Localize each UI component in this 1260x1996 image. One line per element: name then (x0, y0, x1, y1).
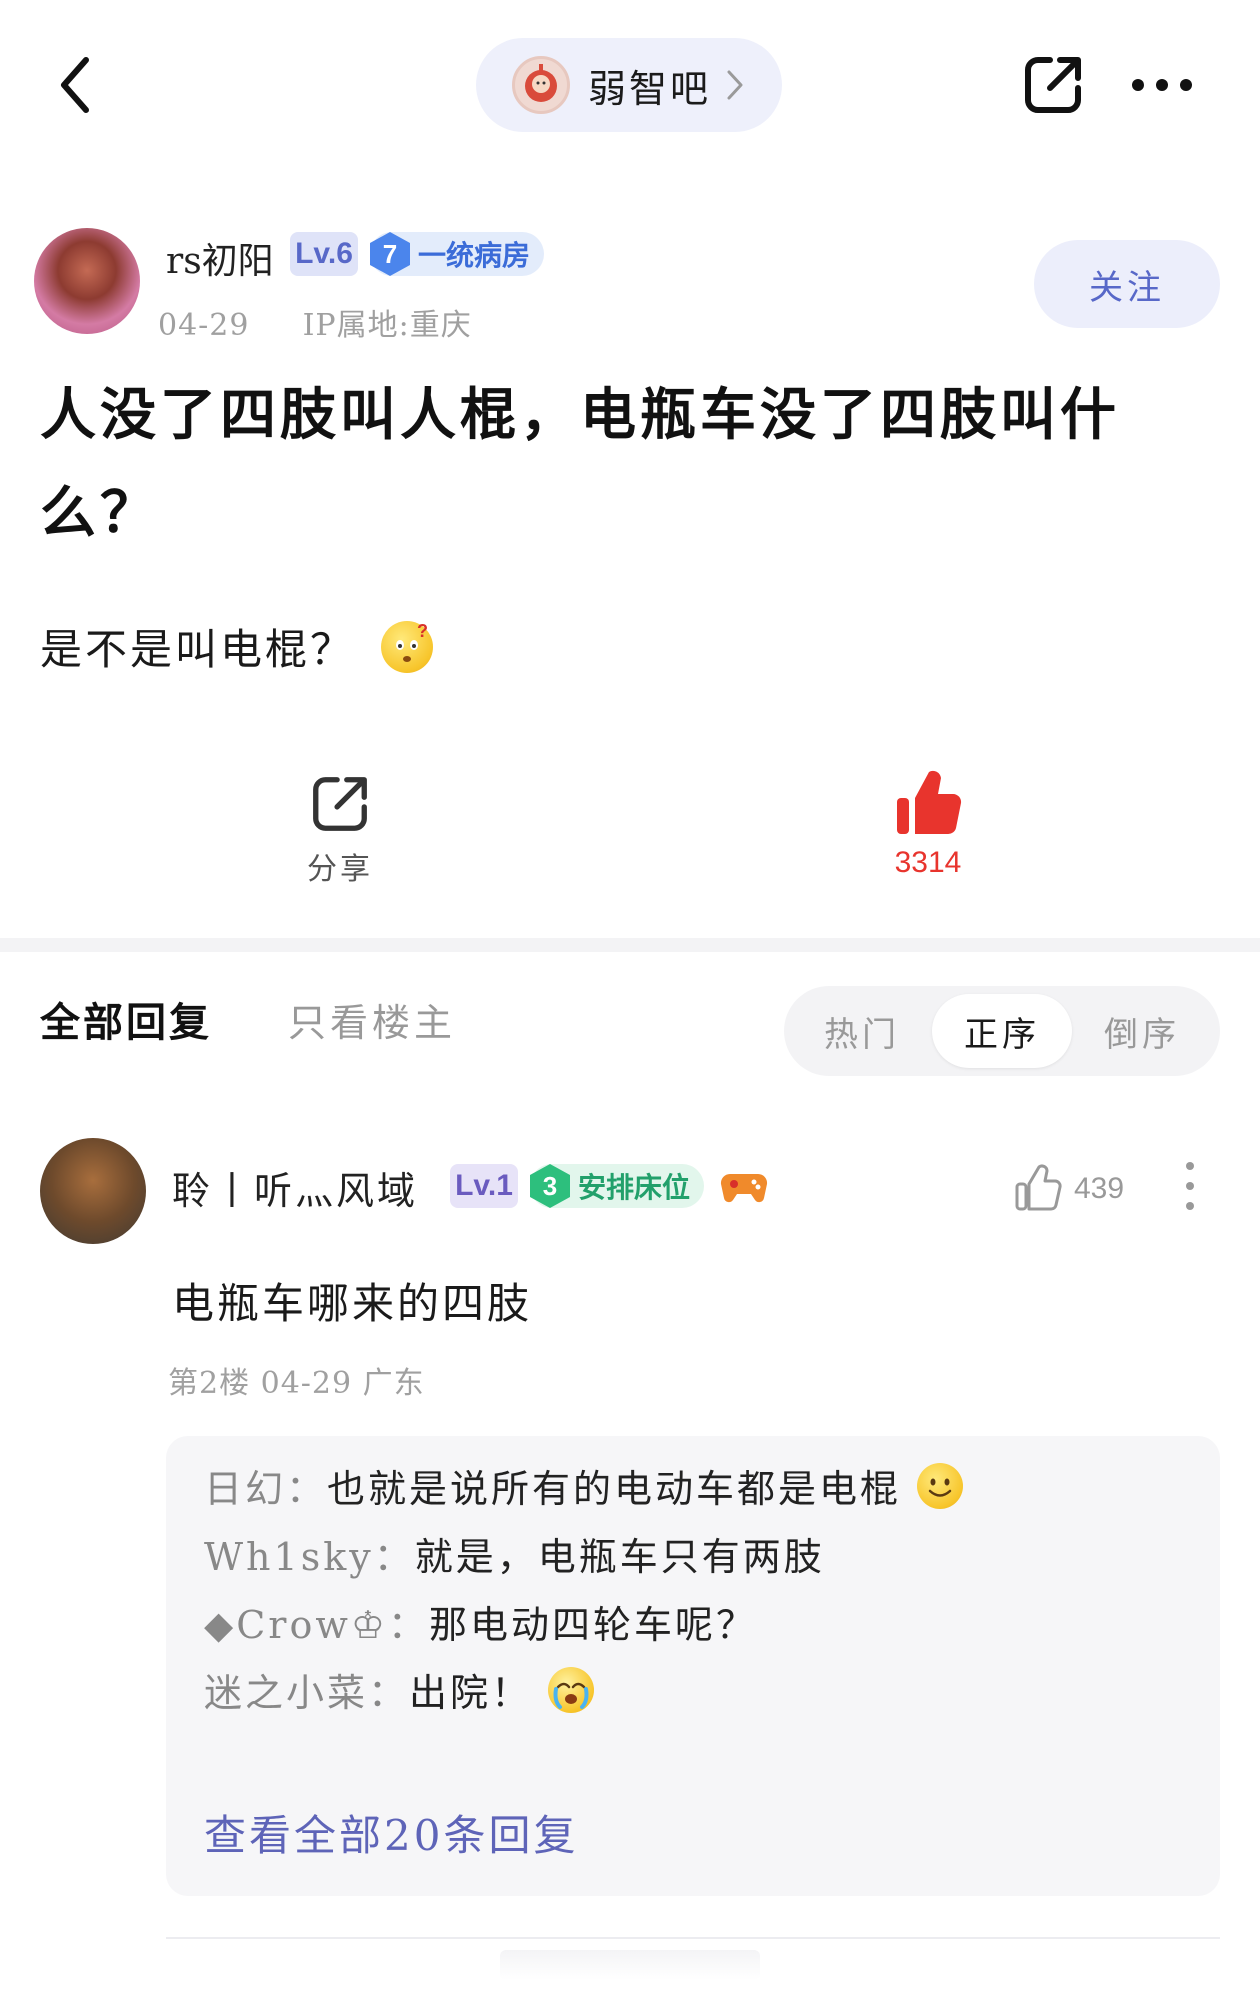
post-title: 人没了四肢叫人棍，电瓶车没了四肢叫什么？ (40, 382, 1120, 546)
sub-reply[interactable]: Wh1sky： 就是，电瓶车只有两肢 (204, 1526, 825, 1581)
sub-replies-panel: 日幻： 也就是说所有的电动车都是电棍 Wh1sky： 就是，电瓶车只有两肢 ◆C… (166, 1436, 1220, 1896)
share-icon (313, 777, 367, 831)
tab-all-replies[interactable]: 全部回复 (40, 990, 212, 1048)
sub-reply[interactable]: ◆Crow♔： 那电动四轮车呢？ (204, 1594, 757, 1649)
sub-reply-text: 就是，电瓶车只有两肢 (414, 1535, 825, 1579)
follow-button[interactable]: 关注 (1034, 240, 1220, 328)
commenter-name[interactable]: 聆丨听灬风域 (172, 1160, 418, 1215)
view-all-replies-link[interactable]: 查看全部20条回复 (204, 1802, 578, 1863)
comment-text: 电瓶车哪来的四肢 (172, 1279, 533, 1328)
forum-avatar-icon (512, 56, 570, 114)
commenter-level-badge: Lv.1 (450, 1164, 518, 1208)
chevron-right-icon (727, 70, 743, 100)
comment-like-count: 439 (1074, 1172, 1125, 1205)
sort-asc-button[interactable]: 正序 (932, 994, 1072, 1068)
author-room-badge: 7 一统病房 (370, 232, 545, 276)
sub-reply-user[interactable]: 日幻： (204, 1458, 327, 1513)
post-body: 是不是叫电棍？ ? (40, 616, 434, 677)
back-arrow-icon[interactable] (50, 50, 110, 120)
sort-hot-button[interactable]: 热门 (792, 994, 932, 1068)
author-room-number: 7 (370, 232, 410, 276)
sub-reply-user[interactable]: Wh1sky： (204, 1526, 415, 1581)
commenter-room-name: 安排床位 (578, 1171, 691, 1204)
commenter-room-badge: 3 安排床位 (530, 1164, 705, 1208)
author-room-name: 一统病房 (418, 239, 531, 272)
crying-emoji-icon (548, 1666, 595, 1713)
comment-meta: 第2楼 04-29 广东 (168, 1366, 425, 1401)
author-avatar[interactable] (34, 228, 140, 334)
sub-reply-text: 那电动四轮车呢？ (428, 1603, 757, 1647)
commenter-room-number: 3 (530, 1164, 570, 1208)
tab-owner-only[interactable]: 只看楼主 (288, 992, 456, 1047)
sub-reply-user[interactable]: ◆Crow♔： (204, 1594, 429, 1649)
share-icon[interactable] (1020, 52, 1086, 118)
share-label: 分享 (307, 852, 373, 887)
section-divider (0, 938, 1260, 952)
thinking-emoji-icon: ? (381, 620, 434, 673)
post-ip-location: IP属地:重庆 (302, 308, 472, 343)
gamepad-icon (720, 1173, 768, 1203)
sub-reply-text: 出院！ (409, 1671, 533, 1715)
forum-name: 弱智吧 (588, 66, 712, 111)
forum-button[interactable]: 弱智吧 (476, 38, 782, 132)
thumbs-up-icon (897, 770, 962, 835)
author-level-badge: Lv.6 (290, 232, 358, 276)
thumbs-up-outline-icon[interactable] (1014, 1162, 1062, 1212)
sort-desc-button[interactable]: 倒序 (1072, 994, 1212, 1068)
share-action-button[interactable]: 分享 (290, 772, 390, 888)
post-meta: 04-29 IP属地:重庆 (158, 300, 472, 344)
like-action-button[interactable]: 3314 (868, 766, 988, 880)
sub-reply-text: 也就是说所有的电动车都是电棍 (327, 1467, 902, 1511)
top-bar: 弱智吧 (0, 0, 1260, 170)
svg-text:?: ? (417, 621, 431, 641)
commenter-avatar[interactable] (40, 1138, 146, 1244)
next-item-fade (500, 1950, 760, 1980)
smile-emoji-icon (917, 1462, 964, 1509)
more-vertical-icon[interactable] (1184, 1160, 1196, 1212)
sub-reply-user[interactable]: 迷之小菜： (204, 1662, 409, 1717)
sub-reply[interactable]: 迷之小菜： 出院！ (204, 1662, 595, 1717)
sub-reply[interactable]: 日幻： 也就是说所有的电动车都是电棍 (204, 1458, 964, 1513)
like-count: 3314 (894, 846, 962, 879)
comment-divider (166, 1937, 1220, 1939)
post-body-text: 是不是叫电棍？ (40, 625, 356, 674)
sort-toggle: 热门 正序 倒序 (784, 986, 1220, 1076)
post-date: 04-29 (158, 308, 250, 343)
more-icon[interactable] (1130, 76, 1194, 94)
author-name[interactable]: rs初阳 (166, 232, 274, 284)
